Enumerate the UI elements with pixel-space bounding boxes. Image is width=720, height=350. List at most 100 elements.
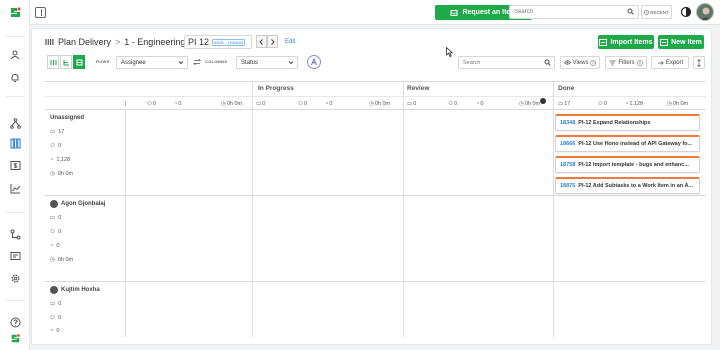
assignee-filter-icon[interactable] [307,55,321,69]
view-board-toggle[interactable] [73,55,85,69]
card-id[interactable]: 18348 [560,120,575,126]
sidebar-divider [6,300,24,301]
column-divider [553,82,554,337]
views-button[interactable]: Views 0 [560,56,600,69]
people-icon: ⚇ [448,101,453,107]
edit-link[interactable]: Edit [285,39,295,45]
next-pi-button[interactable] [267,35,278,48]
lane-title-unassigned[interactable]: Unassigned [50,115,84,121]
lane-stat-time-value: 0h 0m [57,171,74,177]
filters-button[interactable]: Filters 0 [605,56,647,69]
work-item-card[interactable]: 18348 PI-12 Expand Relationships [555,114,700,131]
lane-stat-time-value: 0h 0m [57,257,74,263]
board-grid: In Progress Review Done | ⚇ 0 ◔ 0 ◷ 0h 0m ▭… [45,81,706,337]
people-icon: ⚇ [298,101,303,107]
card-id[interactable]: 18758 [560,162,575,168]
rows-label: ROWS [96,59,110,64]
settings-gear-icon[interactable] [8,271,22,285]
filter-icon [609,60,616,65]
lane-stat-people-value: 0 [57,143,61,149]
column-stat-time: ◷ 0h 0m [369,101,390,107]
pi-dates-badge: 03/01 - 12/06/24 [212,38,246,46]
views-count: 0 [590,59,597,66]
lane-title-agon-gjonbalaj[interactable]: Agon Gjonbalaj [50,200,105,208]
items-icon: ▭ [50,215,56,221]
column-stat-points: ◔ 0 [174,101,181,107]
chart-icon[interactable] [8,181,22,195]
brand-logo-icon[interactable] [8,331,22,345]
export-button[interactable]: Export [651,56,689,69]
user-icon[interactable] [8,48,22,62]
swap-icon[interactable] [193,58,201,66]
view-tree-toggle[interactable] [60,55,72,69]
prev-pi-button[interactable] [256,35,267,48]
lane-stat-people-value: 0 [57,229,61,235]
columns-select[interactable]: Status [236,56,298,69]
expand-vertical-icon [697,58,701,67]
breadcrumb-plan-delivery[interactable]: Plan Delivery [58,37,111,47]
lane-stat-points-value: 0 [56,243,60,249]
pi-selector[interactable]: PI 12 03/01 - 12/06/24 [184,35,252,49]
sidebar-collapse-icon[interactable] [35,7,46,18]
recent-button[interactable]: RECENT [641,5,672,19]
drag-handle-dot[interactable] [540,98,546,104]
column-stat-people: ⚇ 0 [298,101,307,107]
integrations-icon[interactable] [8,227,22,241]
column-stat-items-value: 0 [413,101,417,107]
app-logo-icon[interactable] [9,6,22,19]
new-item-label: New Item [671,38,702,46]
column-stat-items: ▭ 0 [407,101,416,107]
points-icon: ◔ [476,101,480,107]
global-search-input[interactable] [510,6,620,18]
work-item-card[interactable]: 18875 PI-12 Add Subtasks to a Work Item i… [555,177,700,194]
column-stat-time: ◷ 0h 0m [519,101,540,107]
theme-toggle-icon[interactable] [680,6,692,20]
clock-icon [644,9,650,15]
board-search[interactable] [458,56,555,69]
import-icon [599,38,608,46]
help-icon[interactable] [8,315,22,329]
import-items-button[interactable]: Import Items [598,35,654,49]
hierarchy-icon[interactable] [8,116,22,130]
lane-stat-items: ▭ 17 [50,129,64,135]
column-stat-points: ◔ 0 [325,101,332,107]
card-id[interactable]: 18875 [560,183,575,189]
card-id[interactable]: 18666 [560,141,575,147]
board-icon[interactable] [8,136,22,150]
messages-icon[interactable] [8,249,22,263]
clock-icon: ◷ [50,257,55,263]
board-search-input[interactable] [459,57,539,68]
breadcrumb-team[interactable]: 1 - Engineering [124,37,185,47]
sidebar-divider [6,36,24,37]
points-icon: ◔ [325,101,329,107]
new-item-button[interactable]: New Item [658,35,704,49]
clock-icon: ◷ [519,101,524,107]
columns-label: COLUMNS [205,59,228,64]
breadcrumb: Plan Delivery > 1 - Engineering > [45,37,199,47]
user-avatar[interactable] [696,3,714,21]
column-stat-points: ◔ 0 [476,101,483,107]
global-search[interactable] [509,5,639,19]
clock-icon: ◷ [221,101,226,107]
lane-stat-people-value: 0 [57,315,61,321]
board-toolbar: ROWS Assignee COLUMNS Status Views 0 Fil [45,54,706,72]
expand-button[interactable] [693,56,705,69]
filters-count: 0 [636,59,643,66]
work-item-card[interactable]: 18666 PI-12 Use Hono instead of API Gatew… [555,135,700,152]
work-item-card[interactable]: 18758 PI-12 Import template - bugs and en… [555,156,700,173]
dollar-icon[interactable] [8,158,22,172]
rows-select[interactable]: Assignee [116,56,188,69]
lane-title-kujtim-hoxha[interactable]: Kujtim Hoxha [50,286,100,294]
people-icon: ⚇ [147,101,152,107]
avatar [50,286,58,294]
items-icon: ▭ [558,101,564,107]
view-list-toggle[interactable] [47,55,59,69]
column-stats-row: | ⚇ 0 ◔ 0 ◷ 0h 0m ▭ 0 ⚇ 0 ◔ 0 ◷ 0h 0m ▭ 0 ⚇ 0 ◔ 0 … [45,96,706,110]
bell-icon[interactable] [8,71,22,85]
card-title: PI-12 Expand Relationships [578,120,651,126]
board-view-icon [76,59,82,65]
new-item-icon [660,38,669,46]
people-icon: ⚇ [50,143,55,149]
lane-stat-points: ◔ 1,128 [50,157,70,163]
export-icon [657,60,664,65]
